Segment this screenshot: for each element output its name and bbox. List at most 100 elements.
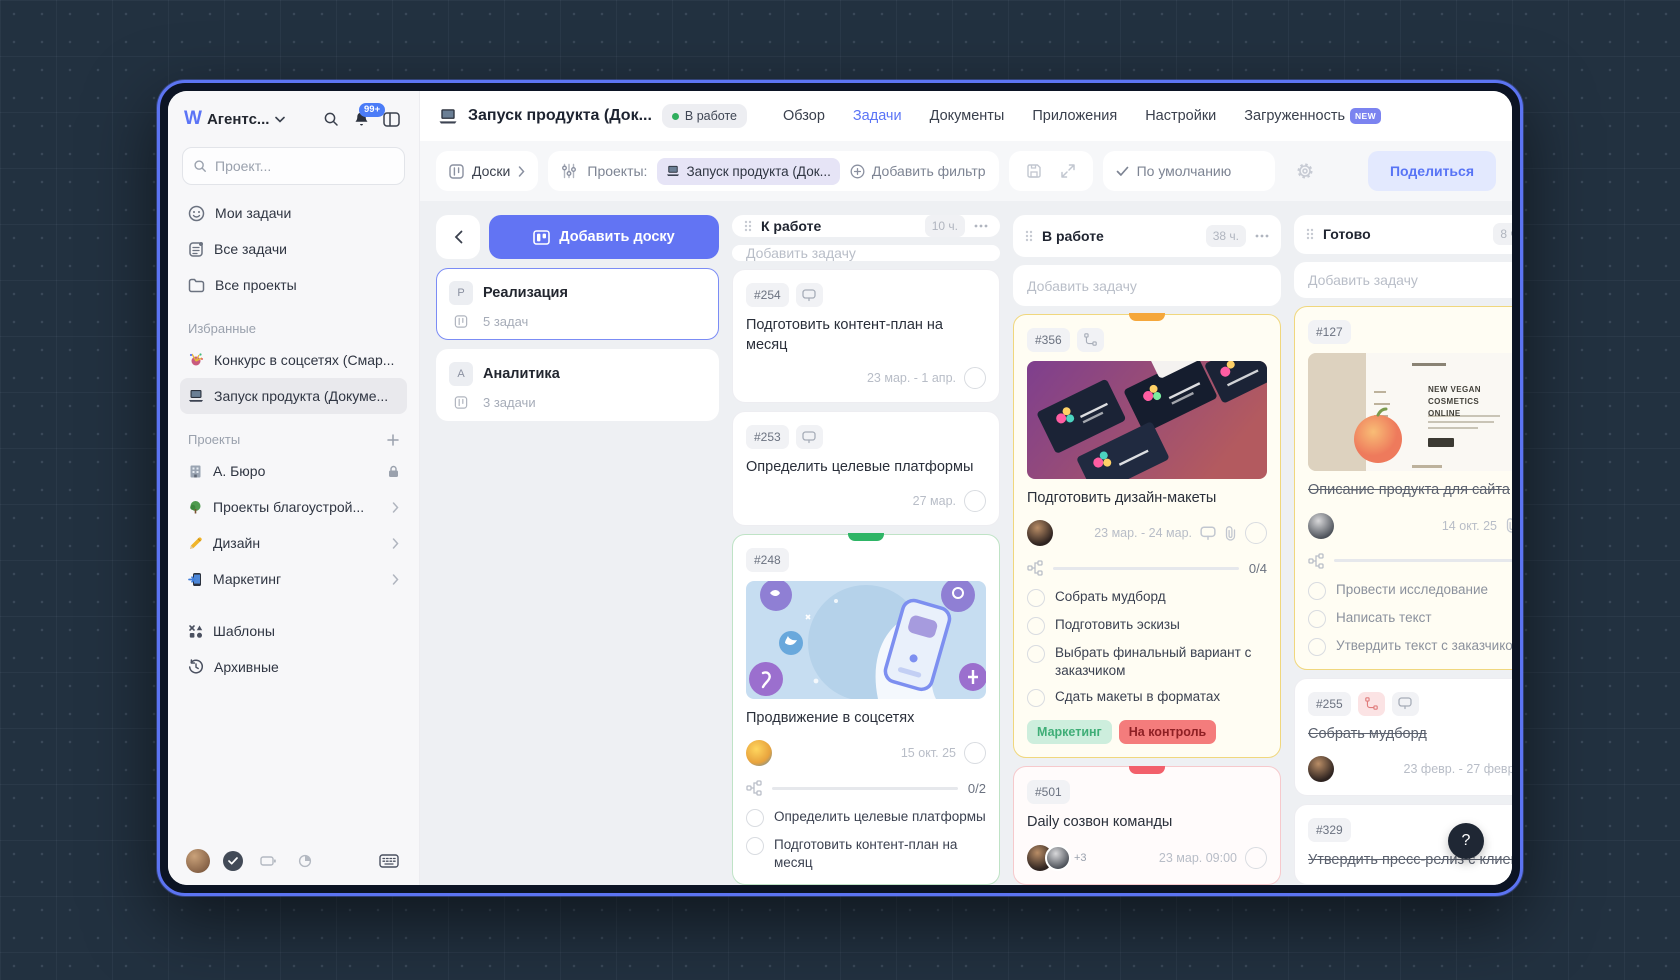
- subtask-checkbox[interactable]: [746, 837, 764, 855]
- subtask-item[interactable]: Подготовить эскизы: [1027, 616, 1267, 635]
- subtask-checkbox[interactable]: [1027, 617, 1045, 635]
- tab-overview[interactable]: Обзор: [783, 108, 825, 124]
- sidebar-toggle-icon[interactable]: [379, 107, 403, 131]
- status-badge[interactable]: В работе: [662, 104, 747, 128]
- subtask-item[interactable]: Определить целевые платформы: [746, 808, 986, 827]
- collapse-panel-button[interactable]: [436, 215, 480, 259]
- subtask-item[interactable]: Написать текст: [1308, 609, 1512, 628]
- keyboard-icon[interactable]: [377, 849, 401, 873]
- board-list-item-analytics[interactable]: A Аналитика 3 задачи: [436, 349, 719, 421]
- tab-tasks[interactable]: Задачи: [853, 108, 902, 124]
- subtask-checkbox[interactable]: [1308, 582, 1326, 600]
- project-filter-chip[interactable]: Запуск продукта (Док...: [657, 158, 839, 185]
- tab-workload[interactable]: Загруженность NEW: [1244, 108, 1381, 124]
- task-card-254[interactable]: #254 Подготовить контент-план на месяц 2…: [732, 269, 1000, 403]
- subtask-item[interactable]: Подготовить контент-план на месяц: [746, 836, 986, 871]
- assignee-avatar[interactable]: [1308, 756, 1334, 782]
- tab-documents[interactable]: Документы: [930, 108, 1005, 124]
- sidebar-item-my-tasks[interactable]: Мои задачи: [180, 195, 407, 231]
- complete-task-ring[interactable]: [1245, 847, 1267, 869]
- tab-settings[interactable]: Настройки: [1145, 108, 1216, 124]
- sidebar-item-marketing[interactable]: Маркетинг: [180, 561, 407, 597]
- column-header[interactable]: К работе 10 ч.: [732, 215, 1000, 237]
- sidebar-item-archive[interactable]: Архивные: [180, 649, 407, 685]
- subtask-item[interactable]: Сдать макеты в форматах: [1027, 688, 1267, 707]
- drag-handle-icon[interactable]: [1306, 228, 1314, 240]
- sidebar: W Агентс... 99+ Мои задачи Все задачи Вс: [168, 91, 420, 885]
- subtask-item[interactable]: Собрать мудборд: [1027, 588, 1267, 607]
- notifications-bell-icon[interactable]: 99+: [349, 107, 373, 131]
- expand-icon[interactable]: [1056, 159, 1080, 183]
- task-card-356[interactable]: #356: [1013, 314, 1281, 759]
- add-project-icon[interactable]: [387, 434, 399, 446]
- board-list-item-realization[interactable]: P Реализация 5 задач: [436, 268, 719, 340]
- chevron-right-icon[interactable]: [392, 538, 399, 549]
- subtask-item[interactable]: Утвердить текст с заказчиком: [1308, 637, 1512, 656]
- sidebar-item-bureau[interactable]: А. Бюро: [180, 453, 407, 489]
- subtask-checkbox[interactable]: [1308, 610, 1326, 628]
- save-icon[interactable]: [1022, 159, 1046, 183]
- sidebar-item-all-projects[interactable]: Все проекты: [180, 267, 407, 303]
- complete-task-ring[interactable]: [964, 742, 986, 764]
- done-tasks-icon[interactable]: [223, 851, 243, 871]
- tag-on-review[interactable]: На контроль: [1119, 720, 1216, 744]
- project-search-input[interactable]: [215, 158, 394, 174]
- complete-task-ring[interactable]: [964, 367, 986, 389]
- gear-icon[interactable]: [1293, 159, 1317, 183]
- assignee-avatar[interactable]: [1308, 513, 1334, 539]
- sidebar-item-contest-project[interactable]: Конкурс в соцсетях (Смар...: [180, 342, 407, 378]
- subtask-item[interactable]: Провести исследование: [1308, 581, 1512, 600]
- help-button[interactable]: ?: [1448, 823, 1484, 859]
- chevron-right-icon[interactable]: [392, 502, 399, 513]
- add-task-input[interactable]: Добавить задачу: [1294, 262, 1512, 299]
- add-task-input[interactable]: Добавить задачу: [1013, 265, 1281, 305]
- task-card-253[interactable]: #253 Определить целевые платформы 27 мар…: [732, 411, 1000, 526]
- share-button[interactable]: Поделиться: [1368, 151, 1496, 191]
- subtask-checkbox[interactable]: [1027, 689, 1045, 707]
- sidebar-item-product-launch[interactable]: Запуск продукта (Докуме...: [180, 378, 407, 414]
- pie-chart-icon[interactable]: [293, 849, 317, 873]
- sidebar-item-improvement-projects[interactable]: Проекты благоустрой...: [180, 489, 407, 525]
- add-filter-button[interactable]: Добавить фильтр: [850, 163, 986, 179]
- subtask-checkbox[interactable]: [1308, 638, 1326, 656]
- assignee-avatar[interactable]: [746, 740, 772, 766]
- subtask-item[interactable]: Выбрать финальный вариант с заказчиком: [1027, 644, 1267, 679]
- task-card-248[interactable]: #248: [732, 534, 1000, 885]
- task-card-255[interactable]: #255 Собрать мудборд 23 февр. - 27 февр.: [1294, 678, 1512, 797]
- drag-handle-icon[interactable]: [744, 220, 752, 232]
- complete-task-ring[interactable]: [964, 490, 986, 512]
- subtask-checkbox[interactable]: [1027, 645, 1045, 663]
- sidebar-item-templates[interactable]: Шаблоны: [180, 613, 407, 649]
- subtask-checkbox[interactable]: [1027, 589, 1045, 607]
- priority-tab: [1129, 766, 1165, 774]
- assignee-avatars[interactable]: +3: [1027, 845, 1087, 871]
- workspace-switcher[interactable]: W Агентс... 99+: [180, 105, 407, 133]
- column-header[interactable]: В работе 38 ч.: [1013, 215, 1281, 257]
- subtask-checkbox[interactable]: [746, 809, 764, 827]
- sidebar-item-all-tasks[interactable]: Все задачи: [180, 231, 407, 267]
- column-menu-icon[interactable]: [1255, 234, 1269, 238]
- tab-apps[interactable]: Приложения: [1032, 108, 1117, 124]
- view-preset-dropdown[interactable]: По умолчанию: [1103, 151, 1275, 191]
- task-card-127[interactable]: #127: [1294, 306, 1512, 670]
- view-switcher-boards[interactable]: Доски: [436, 151, 538, 191]
- sidebar-item-design[interactable]: Дизайн: [180, 525, 407, 561]
- tag-marketing[interactable]: Маркетинг: [1027, 720, 1112, 744]
- assignee-avatar[interactable]: [1027, 520, 1053, 546]
- column-done: Готово 8 ч. Добавить задачу #127: [1294, 215, 1512, 885]
- drag-handle-icon[interactable]: [1025, 230, 1033, 242]
- user-avatar[interactable]: [186, 849, 210, 873]
- add-board-button[interactable]: Добавить доску: [489, 215, 719, 259]
- app-logo: W: [184, 108, 201, 130]
- task-card-501[interactable]: #501 Daily созвон команды +3 23 мар. 09:…: [1013, 766, 1281, 885]
- add-task-input[interactable]: Добавить задачу: [732, 245, 1000, 261]
- search-icon[interactable]: [319, 107, 343, 131]
- battery-icon[interactable]: [256, 849, 280, 873]
- column-menu-icon[interactable]: [974, 224, 988, 228]
- column-header[interactable]: Готово 8 ч.: [1294, 215, 1512, 254]
- chevron-right-icon[interactable]: [392, 574, 399, 585]
- project-search[interactable]: [182, 147, 405, 185]
- priority-tab: [848, 533, 884, 541]
- sliders-icon[interactable]: [561, 163, 577, 179]
- complete-task-ring[interactable]: [1245, 522, 1267, 544]
